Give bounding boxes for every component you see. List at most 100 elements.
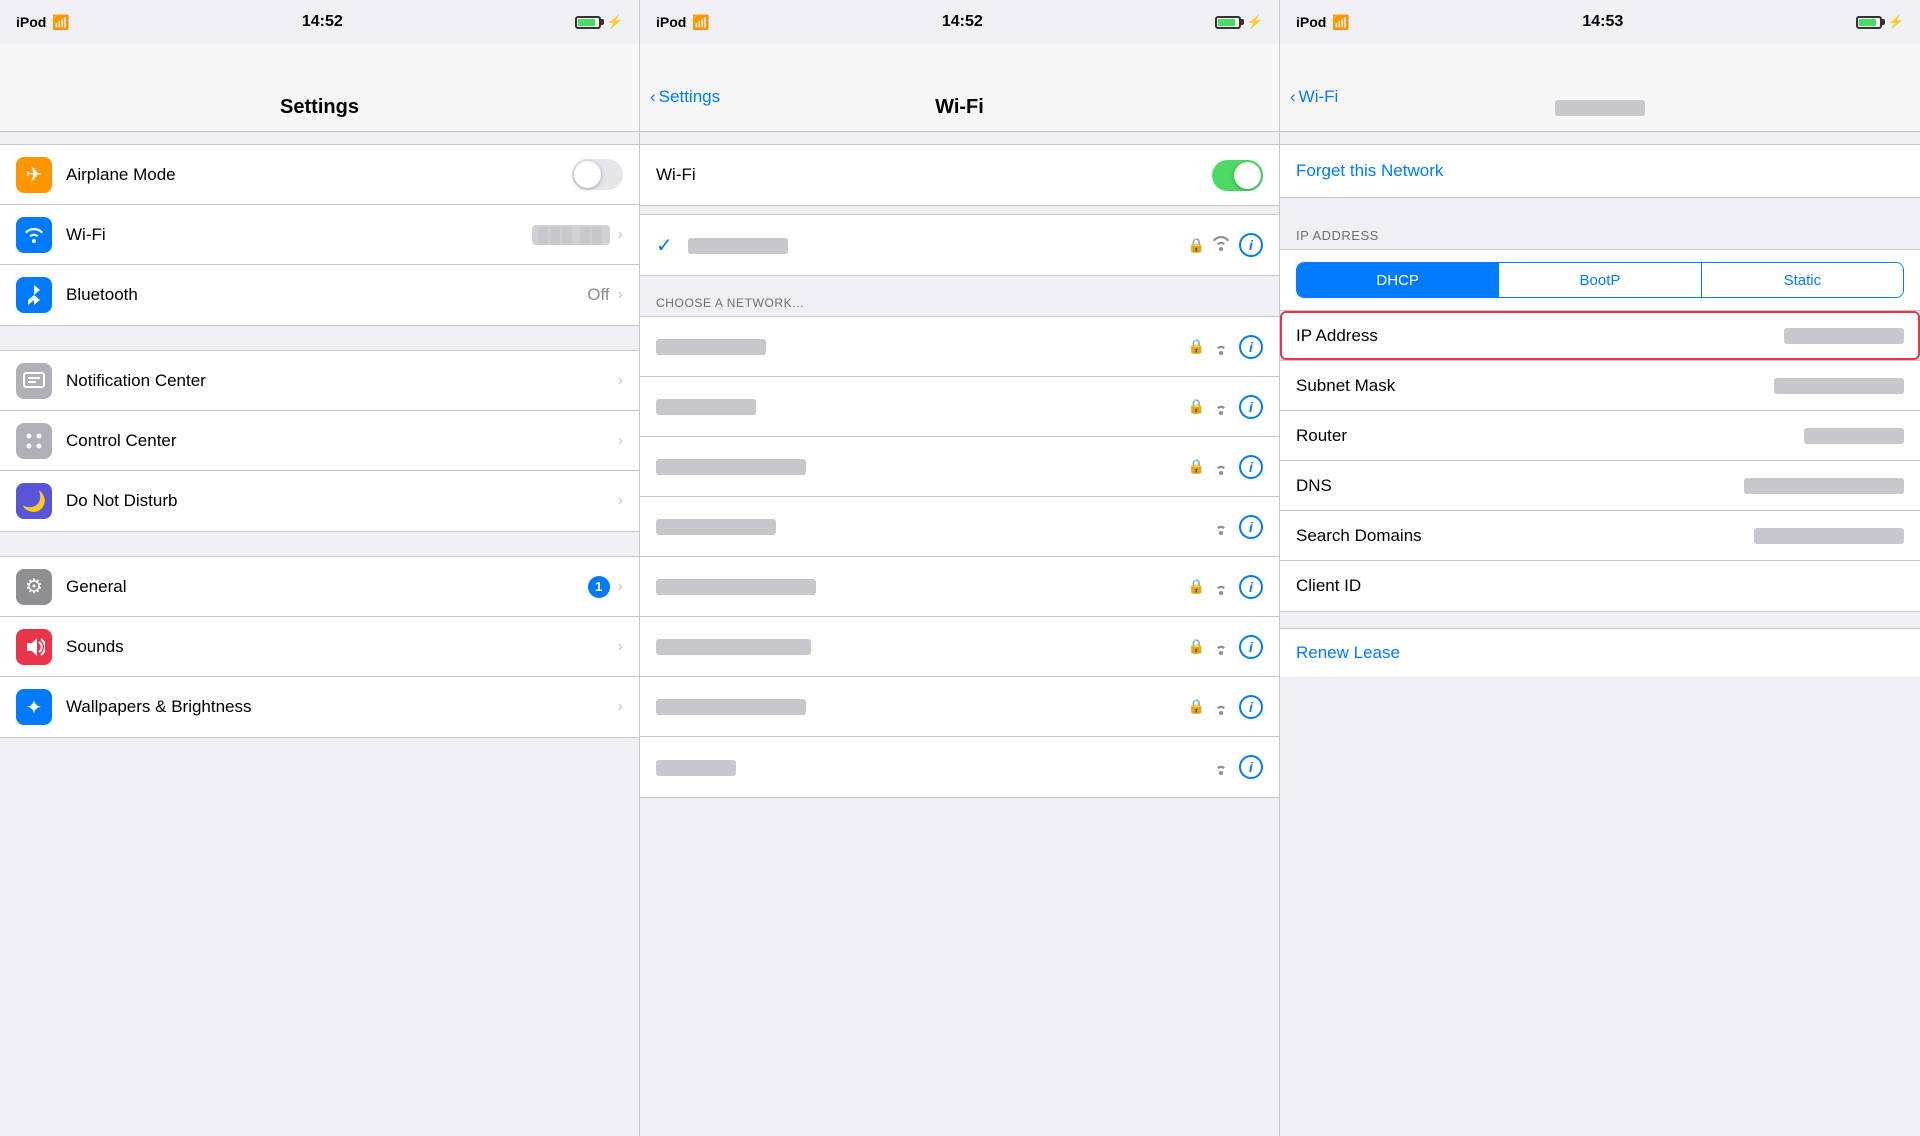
info-icon-3[interactable]: i [1239,515,1263,539]
search-domains-row[interactable]: Search Domains [1280,511,1920,561]
sounds-icon [16,629,52,665]
back-button-wifi[interactable]: ‹ Settings [650,87,720,119]
wifi-chevron: › [618,226,623,244]
network-name-4 [656,577,1188,597]
info-icon-4[interactable]: i [1239,575,1263,599]
connected-ssid-blur [688,238,788,254]
sounds-label: Sounds [66,637,618,657]
ip-address-value [1784,328,1904,344]
bluetooth-value: Off [587,285,609,305]
status-bar-1: iPod 📶 14:52 ⚡ [0,0,639,44]
wifi-toggle-switch[interactable] [1212,160,1263,191]
panel-wifi: iPod 📶 14:52 ⚡ ‹ Settings Wi-Fi Wi-Fi [640,0,1280,1136]
info-icon-2[interactable]: i [1239,455,1263,479]
wifi-icon-3 [1211,519,1231,535]
back-label-3: Wi-Fi [1299,87,1339,107]
battery-area-3: ⚡ [1856,14,1904,30]
network-blur-1 [656,399,756,415]
row-bluetooth[interactable]: Bluetooth Off › [0,265,639,325]
row-wifi[interactable]: Wi-Fi ███.██ › [0,205,639,265]
ip-section-label: IP ADDRESS [1280,222,1920,249]
network-name-7 [656,757,1211,777]
spacer-2 [0,326,639,350]
dnd-label: Do Not Disturb [66,491,618,511]
carrier-label-1: iPod [16,14,46,30]
lock-icon-5: 🔒 [1188,638,1205,655]
page-title-3 [1555,96,1645,119]
wifi-value: ███.██ [532,225,609,245]
notification-icon [16,363,52,399]
ip-address-label: IP Address [1296,326,1784,346]
network-row-7[interactable]: i [640,737,1279,797]
control-center-icon [16,423,52,459]
charge-icon-1: ⚡ [607,14,623,30]
row-general[interactable]: ⚙ General 1 › [0,557,639,617]
connected-network-row[interactable]: ✓ 🔒 i [640,215,1279,275]
network-row-1[interactable]: 🔒 i [640,377,1279,437]
network-name-1 [656,397,1188,417]
info-icon-connected[interactable]: i [1239,233,1263,257]
dnd-icon: 🌙 [16,483,52,519]
bluetooth-icon [16,277,52,313]
ip-address-row[interactable]: IP Address [1280,311,1920,361]
wifi-icon-4 [1211,579,1231,595]
wifi-icon-row [16,217,52,253]
battery-icon-3 [1856,16,1882,29]
wallpapers-label: Wallpapers & Brightness [66,697,618,717]
ip-segment-control[interactable]: DHCP BootP Static [1296,262,1904,298]
airplane-toggle[interactable] [572,159,623,190]
info-icon-7[interactable]: i [1239,755,1263,779]
network-row-3[interactable]: i [640,497,1279,557]
forget-network-button[interactable]: Forget this Network [1280,144,1920,198]
wifi-toggle-row[interactable]: Wi-Fi [640,145,1279,205]
row-airplane[interactable]: ✈ Airplane Mode [0,145,639,205]
row-sounds[interactable]: Sounds › [0,617,639,677]
network-name-5 [656,637,1188,657]
info-icon-1[interactable]: i [1239,395,1263,419]
wifi-strength-connected [1211,235,1231,256]
page-title-1: Settings [280,96,359,119]
info-icon-5[interactable]: i [1239,635,1263,659]
client-id-row[interactable]: Client ID [1280,561,1920,611]
network-row-5[interactable]: 🔒 i [640,617,1279,677]
network-row-0[interactable]: 🔒 i [640,317,1279,377]
network-row-2[interactable]: 🔒 i [640,437,1279,497]
back-button-detail[interactable]: ‹ Wi-Fi [1290,87,1338,119]
info-icon-0[interactable]: i [1239,335,1263,359]
row-wallpapers[interactable]: ✦ Wallpapers & Brightness › [0,677,639,737]
carrier-3: iPod 📶 [1296,14,1350,31]
renew-lease-button[interactable]: Renew Lease [1280,628,1920,677]
spacer-7 [1280,132,1920,144]
subnet-mask-row[interactable]: Subnet Mask [1280,361,1920,411]
wallpapers-icon: ✦ [16,689,52,725]
tab-static[interactable]: Static [1702,263,1903,297]
wifi-label: Wi-Fi [66,225,532,245]
router-row[interactable]: Router [1280,411,1920,461]
group-system: Notification Center › Control Center › 🌙… [0,350,639,532]
info-icon-6[interactable]: i [1239,695,1263,719]
wallpapers-chevron: › [618,698,623,716]
bluetooth-label: Bluetooth [66,285,587,305]
navbar-3: ‹ Wi-Fi [1280,44,1920,132]
network-blur-7 [656,760,736,776]
notification-chevron: › [618,372,623,390]
time-3: 14:53 [1582,13,1623,31]
tab-dhcp[interactable]: DHCP [1297,263,1499,297]
network-row-4[interactable]: 🔒 i [640,557,1279,617]
spacer-4 [640,132,1279,144]
wifi-icon-1 [1211,399,1231,415]
row-dnd[interactable]: 🌙 Do Not Disturb › [0,471,639,531]
bluetooth-chevron: › [618,286,623,304]
notification-label: Notification Center [66,371,618,391]
tab-bootp[interactable]: BootP [1499,263,1701,297]
network-row-6[interactable]: 🔒 i [640,677,1279,737]
row-notification[interactable]: Notification Center › [0,351,639,411]
navbar-1: Settings [0,44,639,132]
connected-network-name [688,235,1188,255]
network-name-title [1555,100,1645,116]
network-blur-5 [656,639,811,655]
battery-area-1: ⚡ [575,14,623,30]
subnet-mask-value [1774,378,1904,394]
dns-row[interactable]: DNS [1280,461,1920,511]
row-control-center[interactable]: Control Center › [0,411,639,471]
